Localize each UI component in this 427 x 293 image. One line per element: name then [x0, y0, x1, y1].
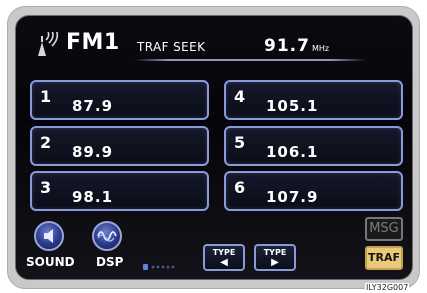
preset-number: 1: [40, 87, 52, 106]
preset-number: 3: [40, 178, 52, 197]
waveform-icon: [97, 231, 117, 242]
frequency-unit: MHz: [311, 44, 330, 53]
msg-button[interactable]: MSG: [365, 217, 403, 241]
type-next-button[interactable]: TYPE ▶: [254, 244, 296, 271]
preset-number: 6: [234, 178, 246, 197]
preset-number: 5: [234, 133, 246, 152]
preset-frequency: 87.9: [72, 97, 114, 115]
sound-label: SOUND: [26, 255, 75, 269]
speaker-icon: [44, 229, 53, 243]
preset-frequency: 107.9: [266, 188, 319, 206]
preset-button-4[interactable]: 4 105.1: [224, 80, 403, 120]
preset-number: 2: [40, 133, 52, 152]
preset-frequency: 106.1: [266, 143, 319, 161]
dsp-label: DSP: [96, 255, 124, 269]
preset-button-3[interactable]: 3 98.1: [30, 171, 209, 211]
scroll-position-indicator: [143, 264, 175, 270]
radio-screen: FM1 TRAF SEEK 91.7 MHz 1 87.9 2 89.9 3 98…: [15, 15, 413, 280]
arrow-right-icon: ▶: [271, 257, 279, 268]
arrow-left-icon: ◀: [220, 257, 228, 268]
header: FM1 TRAF SEEK 91.7 MHz: [16, 16, 412, 66]
band-label: FM1: [66, 30, 120, 55]
sound-button[interactable]: [34, 221, 64, 251]
antenna-icon: [38, 32, 59, 56]
preset-number: 4: [234, 87, 246, 106]
mode-label: TRAF SEEK: [137, 40, 206, 54]
preset-button-1[interactable]: 1 87.9: [30, 80, 209, 120]
type-label: TYPE: [212, 248, 236, 257]
preset-frequency: 98.1: [72, 188, 114, 206]
header-divider: [134, 59, 366, 61]
preset-button-2[interactable]: 2 89.9: [30, 126, 209, 166]
current-frequency: 91.7 MHz: [264, 36, 329, 56]
type-previous-button[interactable]: TYPE ◀: [203, 244, 245, 271]
preset-frequency: 89.9: [72, 143, 114, 161]
image-code: ILY32G007: [365, 283, 410, 292]
preset-button-6[interactable]: 6 107.9: [224, 171, 403, 211]
traf-button[interactable]: TRAF: [365, 246, 403, 270]
preset-frequency: 105.1: [266, 97, 319, 115]
dsp-button[interactable]: [92, 221, 122, 251]
type-label: TYPE: [263, 248, 287, 257]
preset-button-5[interactable]: 5 106.1: [224, 126, 403, 166]
frequency-value: 91.7: [264, 36, 310, 56]
